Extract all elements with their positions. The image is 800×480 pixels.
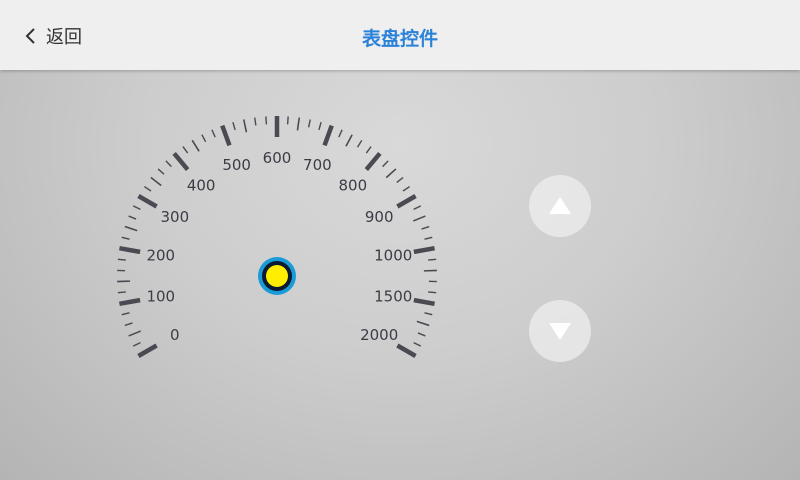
mid-tick: [385, 168, 397, 179]
minor-tick: [265, 116, 268, 125]
minor-tick: [132, 205, 141, 210]
triangle-down-icon: [549, 323, 571, 340]
scale-label: 2000: [360, 326, 398, 344]
mid-tick: [191, 139, 200, 152]
scale-label: 900: [365, 208, 394, 226]
gauge-hub: [258, 257, 296, 295]
minor-tick: [121, 312, 130, 316]
minor-tick: [201, 134, 207, 143]
scale-label: 700: [303, 156, 332, 174]
hub-center: [266, 265, 288, 287]
major-tick: [413, 246, 435, 255]
minor-tick: [356, 139, 363, 148]
scale-label: 100: [146, 287, 175, 305]
major-tick: [396, 343, 417, 358]
minor-tick: [421, 225, 430, 230]
gauge-svg: 0 100 200 300 400 500 600 700 800 900 1000 1500 2000: [117, 116, 437, 358]
minor-tick: [157, 168, 165, 175]
major-tick: [137, 343, 158, 358]
minor-tick: [117, 291, 126, 294]
minor-tick: [413, 205, 422, 210]
minor-tick: [286, 116, 289, 125]
scale-label: 0: [170, 326, 180, 344]
scale-label: 1500: [374, 287, 412, 305]
minor-tick: [338, 129, 343, 138]
minor-tick: [424, 236, 433, 240]
triangle-up-icon: [549, 197, 571, 214]
minor-tick: [428, 291, 437, 294]
mid-tick: [296, 117, 301, 131]
major-tick: [322, 124, 334, 147]
page-title: 表盘控件: [361, 28, 438, 50]
major-tick: [413, 297, 435, 306]
minor-tick: [396, 176, 404, 183]
scale-label: 200: [146, 247, 175, 265]
mid-tick: [416, 320, 430, 327]
minor-tick: [307, 119, 311, 128]
minor-tick: [424, 312, 433, 316]
minor-tick: [428, 258, 437, 261]
scale-label: 800: [339, 177, 368, 195]
minor-tick: [182, 146, 189, 154]
minor-tick: [254, 117, 257, 126]
minor-tick: [121, 236, 130, 240]
header-bar: 返回 表盘控件: [0, 0, 800, 70]
major-tick: [172, 151, 190, 171]
mid-tick: [242, 119, 248, 133]
minor-tick: [382, 160, 389, 168]
mid-tick: [345, 134, 353, 147]
minor-tick: [413, 342, 422, 347]
scale-label: 1000: [374, 247, 412, 265]
decrease-button[interactable]: [529, 300, 591, 362]
mid-tick: [412, 215, 426, 222]
scale-label: 600: [263, 149, 292, 167]
minor-tick: [365, 146, 372, 154]
mid-tick: [128, 330, 142, 337]
minor-tick: [143, 185, 152, 192]
scale-label: 400: [187, 177, 216, 195]
major-tick: [137, 194, 158, 209]
dial-gauge: 0 100 200 300 400 500 600 700 800 900 1000 1500 2000: [0, 70, 560, 400]
scale-label: 500: [222, 156, 251, 174]
increase-button[interactable]: [529, 175, 591, 237]
major-tick: [119, 297, 141, 306]
minor-tick: [318, 122, 322, 131]
minor-tick: [232, 122, 236, 131]
mid-tick: [150, 176, 162, 187]
scale-label: 300: [160, 208, 189, 226]
minor-tick: [128, 215, 137, 220]
major-tick: [119, 246, 141, 255]
mid-tick: [124, 225, 138, 232]
minor-tick: [211, 129, 216, 138]
minor-tick: [132, 342, 141, 347]
major-tick: [396, 194, 417, 209]
minor-tick: [417, 332, 426, 337]
major-tick: [220, 124, 232, 147]
minor-tick: [117, 258, 126, 261]
major-tick: [364, 151, 382, 171]
minor-tick: [124, 322, 133, 327]
minor-tick: [165, 160, 172, 168]
minor-tick: [402, 185, 411, 192]
